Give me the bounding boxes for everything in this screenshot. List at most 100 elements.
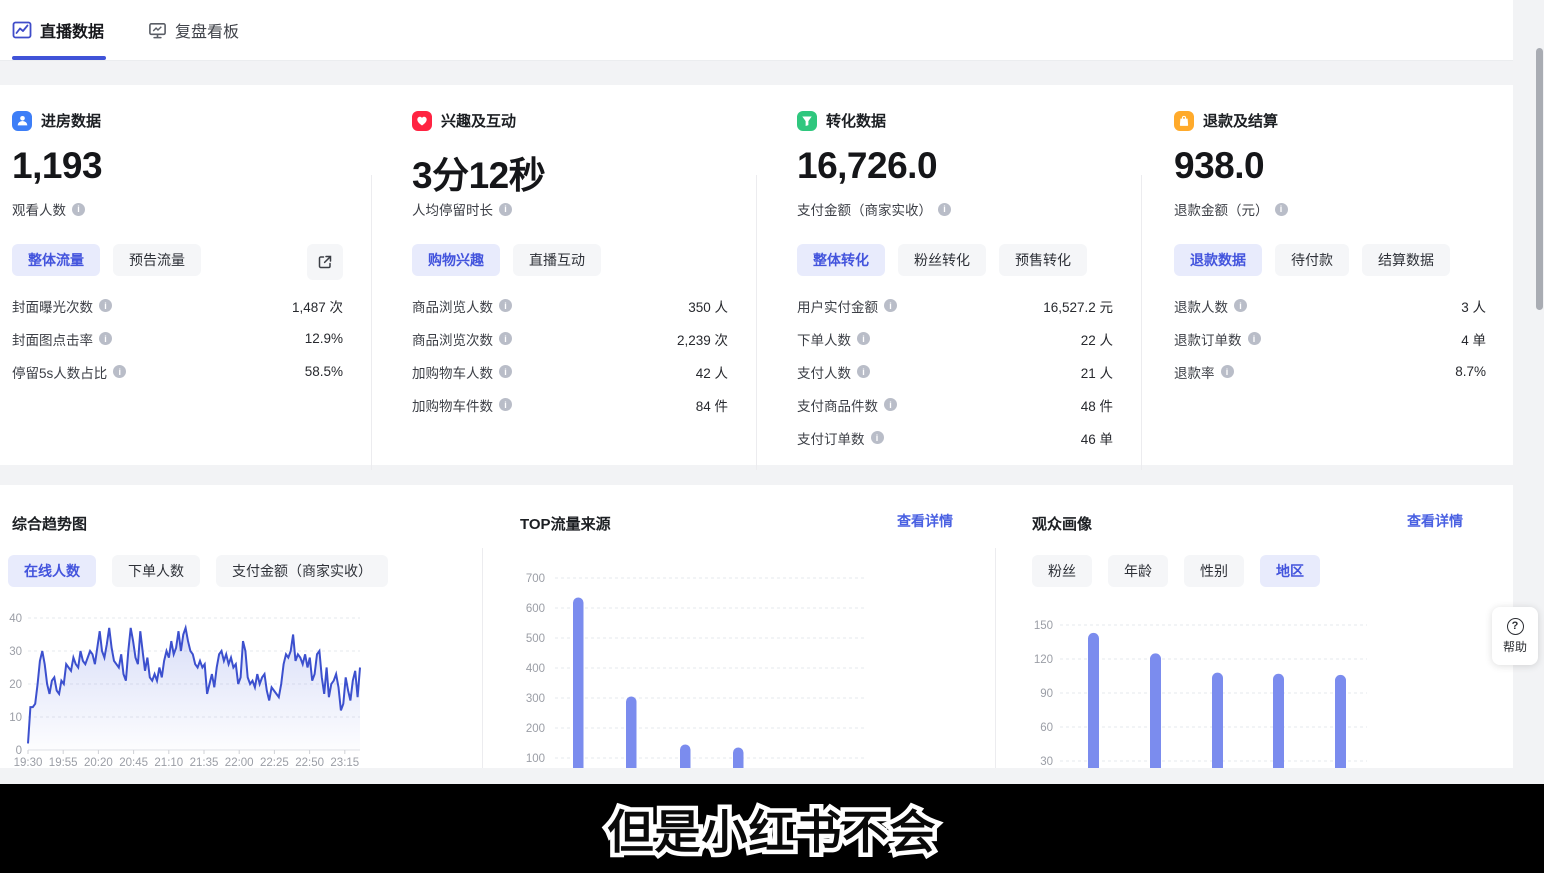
line-chart-icon [12,20,32,40]
stat-row: 用户实付金额i16,527.2 元 [797,289,1113,322]
info-icon[interactable]: i [113,365,126,378]
svg-text:20: 20 [9,679,22,691]
card-stat-rows: 用户实付金额i16,527.2 元下单人数i22 人支付人数i21 人支付商品件… [797,289,1113,454]
info-icon[interactable]: i [857,332,870,345]
svg-text:21:10: 21:10 [154,757,183,768]
tab-live-data[interactable]: 直播数据 [12,0,104,60]
stat-value: 42 人 [696,362,728,382]
metric-label-text: 人均停留时长 [412,199,493,219]
trend-tabs: 在线人数下单人数支付金额（商家实收） [8,555,388,587]
card-tab[interactable]: 结算数据 [1362,244,1450,276]
trend-section-title: 综合趋势图 [12,513,87,534]
info-icon[interactable]: i [1248,332,1261,345]
trend-tab[interactable]: 支付金额（商家实收） [216,555,388,587]
info-icon[interactable]: i [499,203,512,216]
stat-row: 支付商品件数i 48 件 [797,388,1113,421]
stat-label: 封面图点击率i [12,329,112,349]
info-icon[interactable]: i [871,431,884,444]
stat-value: 21 人 [1081,362,1113,382]
audience-tab[interactable]: 性别 [1184,555,1244,587]
audience-tabs: 粉丝年龄性别地区 [1032,555,1320,587]
bag-icon [1174,111,1194,131]
info-icon[interactable]: i [1221,365,1234,378]
stat-label: 退款订单数i [1174,329,1261,349]
card-big-value: 1,193 [12,145,102,187]
stat-value: 48 件 [1081,395,1113,415]
svg-text:30: 30 [9,646,22,658]
svg-text:90: 90 [1040,688,1053,700]
help-button[interactable]: ? 帮助 [1492,607,1538,665]
question-circle-icon: ? [1507,618,1524,635]
subtitle-text: 但是小红书不会 [608,796,937,862]
card-tab[interactable]: 整体转化 [797,244,885,276]
subtitle-bar: 但是小红书不会 [0,784,1544,873]
audience-tab[interactable]: 年龄 [1108,555,1168,587]
card-tab[interactable]: 预告流量 [113,244,201,276]
svg-text:19:30: 19:30 [14,757,43,768]
card-stat-rows: 商品浏览人数i350 人商品浏览次数i2,239 次加购物车人数i42 人加购物… [412,289,728,421]
scrollbar-thumb[interactable] [1536,48,1543,310]
metric-label-text: 支付金额（商家实收） [797,199,932,219]
svg-text:700: 700 [526,573,545,585]
tab-review-board[interactable]: 复盘看板 [148,0,239,60]
info-icon[interactable]: i [938,203,951,216]
card-tab[interactable]: 粉丝转化 [898,244,986,276]
stat-card: 转化数据16,726.0支付金额（商家实收）i整体转化粉丝转化预售转化用户实付金… [770,85,1140,465]
info-icon[interactable]: i [857,365,870,378]
help-label: 帮助 [1503,638,1527,655]
info-icon[interactable]: i [1234,299,1247,312]
card-tab[interactable]: 待付款 [1275,244,1349,276]
trend-tab[interactable]: 在线人数 [8,555,96,587]
info-icon[interactable]: i [99,332,112,345]
top-tab-bar: 直播数据复盘看板 [0,0,1513,61]
svg-text:60: 60 [1040,722,1053,734]
info-icon[interactable]: i [72,203,85,216]
audience-tab[interactable]: 粉丝 [1032,555,1092,587]
stat-label: 支付商品件数i [797,395,897,415]
card-tab[interactable]: 预售转化 [999,244,1087,276]
stat-label: 退款率i [1174,362,1234,382]
card-tab[interactable]: 直播互动 [513,244,601,276]
stat-row: 退款率i8.7% [1174,355,1486,388]
open-external-button[interactable] [307,244,343,280]
card-tab[interactable]: 退款数据 [1174,244,1262,276]
card-header: 进房数据 [12,110,101,131]
card-tab[interactable]: 整体流量 [12,244,100,276]
stat-value: 4 单 [1461,329,1486,349]
stat-label: 加购物车人数i [412,362,512,382]
audience-section-title: 观众画像 [1032,513,1092,534]
svg-text:40: 40 [9,613,22,625]
traffic-section-title: TOP流量来源 [520,513,611,534]
audience-detail-link[interactable]: 查看详情 [1407,511,1463,531]
audience-bar-chart: 150120906030 [995,605,1513,768]
stat-label-text: 封面曝光次数 [12,296,93,316]
stat-row: 支付订单数i46 单 [797,421,1113,454]
svg-text:0: 0 [16,745,22,757]
card-tab-pills: 退款数据待付款结算数据 [1174,244,1450,276]
info-icon[interactable]: i [884,299,897,312]
user-icon [12,111,32,131]
card-big-value: 3分12秒 [412,145,545,199]
trend-tab[interactable]: 下单人数 [112,555,200,587]
card-tab[interactable]: 购物兴趣 [412,244,500,276]
stat-value: 12.9% [305,331,343,346]
audience-tab[interactable]: 地区 [1260,555,1320,587]
info-icon[interactable]: i [499,299,512,312]
svg-text:120: 120 [1034,654,1053,666]
stat-label-text: 停留5s人数占比 [12,362,107,382]
info-icon[interactable]: i [1275,203,1288,216]
info-icon[interactable]: i [499,365,512,378]
card-divider [1141,175,1142,470]
info-icon[interactable]: i [884,398,897,411]
stat-label: 停留5s人数占比 i [12,362,126,382]
card-metric-label: 观看人数i [12,199,85,219]
funnel-icon [797,111,817,131]
stat-label: 支付订单数i [797,428,884,448]
info-icon[interactable]: i [499,332,512,345]
info-icon[interactable]: i [499,398,512,411]
traffic-detail-link[interactable]: 查看详情 [897,511,953,531]
card-big-value: 938.0 [1174,145,1264,187]
info-icon[interactable]: i [99,299,112,312]
card-stat-rows: 退款人数i3 人退款订单数i4 单退款率i8.7% [1174,289,1486,388]
svg-text:20:45: 20:45 [119,757,148,768]
